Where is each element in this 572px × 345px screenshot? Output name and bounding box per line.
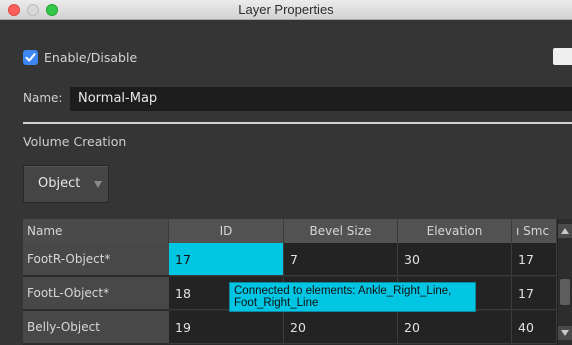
column-header-elevation[interactable]: Elevation [398,219,512,243]
table-cell-id[interactable]: 19 [169,311,284,344]
name-label: Name: [23,91,63,105]
scrollbar-thumb[interactable] [560,279,570,305]
table-row: Belly-Object 19 20 20 40 [23,311,557,345]
enable-checkbox[interactable] [23,49,38,65]
table-cell-bevel-size[interactable]: 20 [284,311,398,344]
dropdown-value: Object [38,176,81,191]
scroll-down-arrow-icon[interactable] [558,326,572,340]
row-name[interactable]: FootR-Object* [23,243,169,276]
column-header-name[interactable]: Name [23,219,169,243]
color-swatch[interactable] [553,48,572,65]
scroll-up-arrow-icon[interactable] [558,224,572,238]
row-name[interactable]: Belly-Object [23,311,169,344]
chevron-down-icon [94,181,102,188]
table-cell-smoothness[interactable]: 40 [512,311,557,344]
table-cell-elevation[interactable]: 30 [398,243,512,276]
enable-toggle[interactable]: Enable/Disable [23,48,137,66]
volume-type-dropdown[interactable]: Object [23,165,109,203]
volume-creation-title: Volume Creation [23,134,127,149]
row-name[interactable]: FootL-Object* [23,277,169,310]
table-cell-id[interactable]: 17 [169,243,284,276]
column-header-id[interactable]: ID [169,219,284,243]
column-header-bevel-size[interactable]: Bevel Size [284,219,398,243]
window-title: Layer Properties [238,2,334,17]
table-scrollbar[interactable] [557,219,572,345]
window-titlebar: Layer Properties [0,0,572,20]
enable-label: Enable/Disable [44,49,138,65]
divider [23,122,572,124]
table-cell-bevel-size[interactable]: 7 [284,243,398,276]
table-row: FootR-Object* 17 7 30 17 [23,243,557,277]
table-cell-smoothness[interactable]: 17 [512,277,557,310]
tooltip: Connected to elements: Ankle_Right_Line,… [229,282,476,312]
name-input[interactable]: Normal-Map [70,87,572,111]
checkmark-icon [25,52,36,61]
table-cell-smoothness[interactable]: 17 [512,243,557,276]
table-cell-elevation[interactable]: 20 [398,311,512,344]
column-header-smoothness[interactable]: ı Smc [512,219,557,243]
